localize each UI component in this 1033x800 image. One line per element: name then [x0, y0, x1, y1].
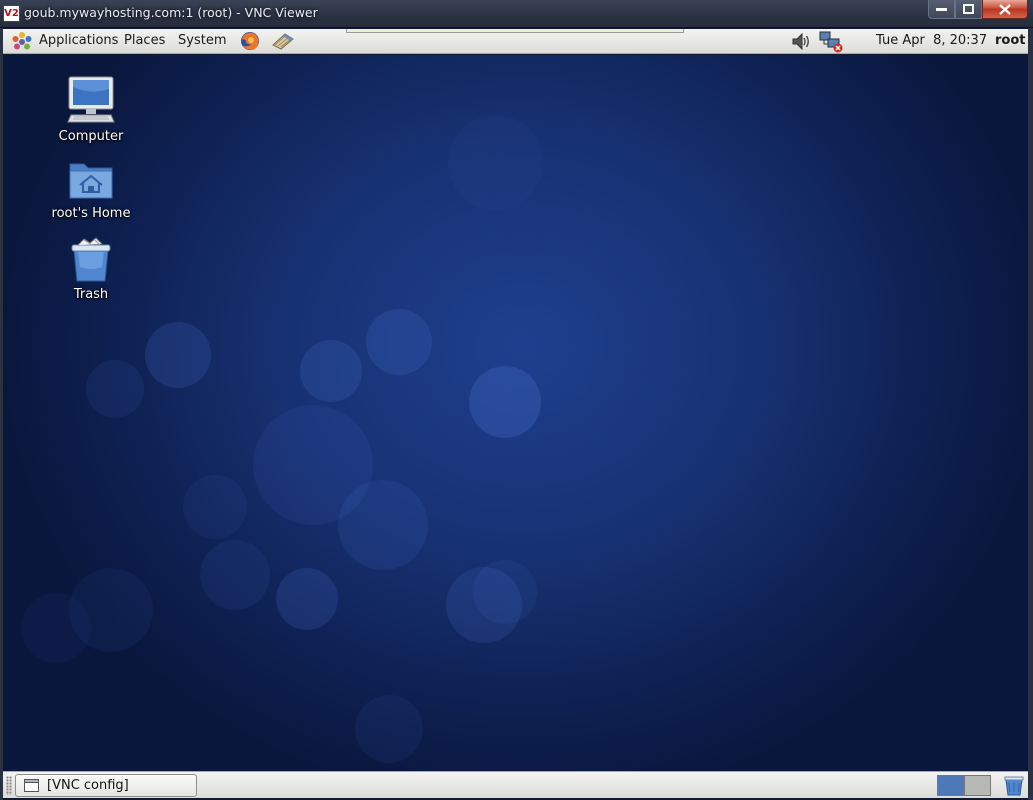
window-frame-right — [1028, 28, 1033, 800]
panel-drop-indicator — [346, 29, 684, 33]
panel-handle[interactable] — [6, 776, 12, 795]
network-disconnected-icon[interactable] — [819, 30, 843, 53]
trash-icon — [71, 237, 111, 282]
trash-applet-icon[interactable] — [1003, 774, 1025, 796]
desktop-icon-label: Computer — [58, 129, 124, 144]
top-panel: Applications Places System Tue Apr 8, 20… — [3, 29, 1028, 54]
bottom-panel: [VNC config] — [3, 771, 1028, 798]
panel-clock[interactable]: Tue Apr 8, 20:37 — [876, 33, 987, 48]
desktop-icon-computer[interactable]: Computer — [36, 75, 146, 144]
gnome-foot-icon[interactable] — [11, 31, 33, 53]
minimize-button[interactable] — [928, 0, 955, 19]
computer-icon — [67, 76, 115, 123]
firefox-icon[interactable] — [239, 30, 261, 52]
vnc-app-icon[interactable]: V2 — [3, 5, 20, 22]
home-folder-icon — [69, 163, 113, 199]
minimize-icon — [936, 8, 947, 11]
workspace-2[interactable] — [964, 775, 991, 796]
window-icon — [24, 779, 39, 792]
menu-places[interactable]: Places — [124, 33, 165, 48]
maximize-button[interactable] — [955, 0, 982, 19]
window-title: goub.mywayhosting.com:1 (root) - VNC Vie… — [24, 5, 318, 20]
desktop-icon-trash[interactable]: Trash — [36, 237, 146, 302]
notes-icon[interactable] — [271, 31, 295, 51]
user-menu[interactable]: root — [995, 33, 1026, 48]
menu-system[interactable]: System — [178, 33, 226, 48]
workspace-1[interactable] — [937, 775, 964, 796]
desktop[interactable]: Computer root's Home Trash — [3, 55, 1028, 771]
taskbar-button-vnc-config[interactable]: [VNC config] — [15, 774, 197, 797]
close-icon — [999, 3, 1011, 15]
window-controls — [928, 0, 1028, 19]
maximize-icon — [963, 4, 974, 14]
menu-applications[interactable]: Applications — [39, 33, 118, 48]
volume-icon[interactable] — [790, 31, 812, 52]
taskbar-label: [VNC config] — [47, 778, 129, 793]
desktop-icon-home[interactable]: root's Home — [36, 158, 146, 221]
close-button[interactable] — [982, 0, 1028, 19]
vnc-titlebar[interactable]: V2 goub.mywayhosting.com:1 (root) - VNC … — [0, 0, 1033, 28]
desktop-icon-label: root's Home — [51, 206, 131, 221]
desktop-icon-label: Trash — [73, 287, 109, 302]
